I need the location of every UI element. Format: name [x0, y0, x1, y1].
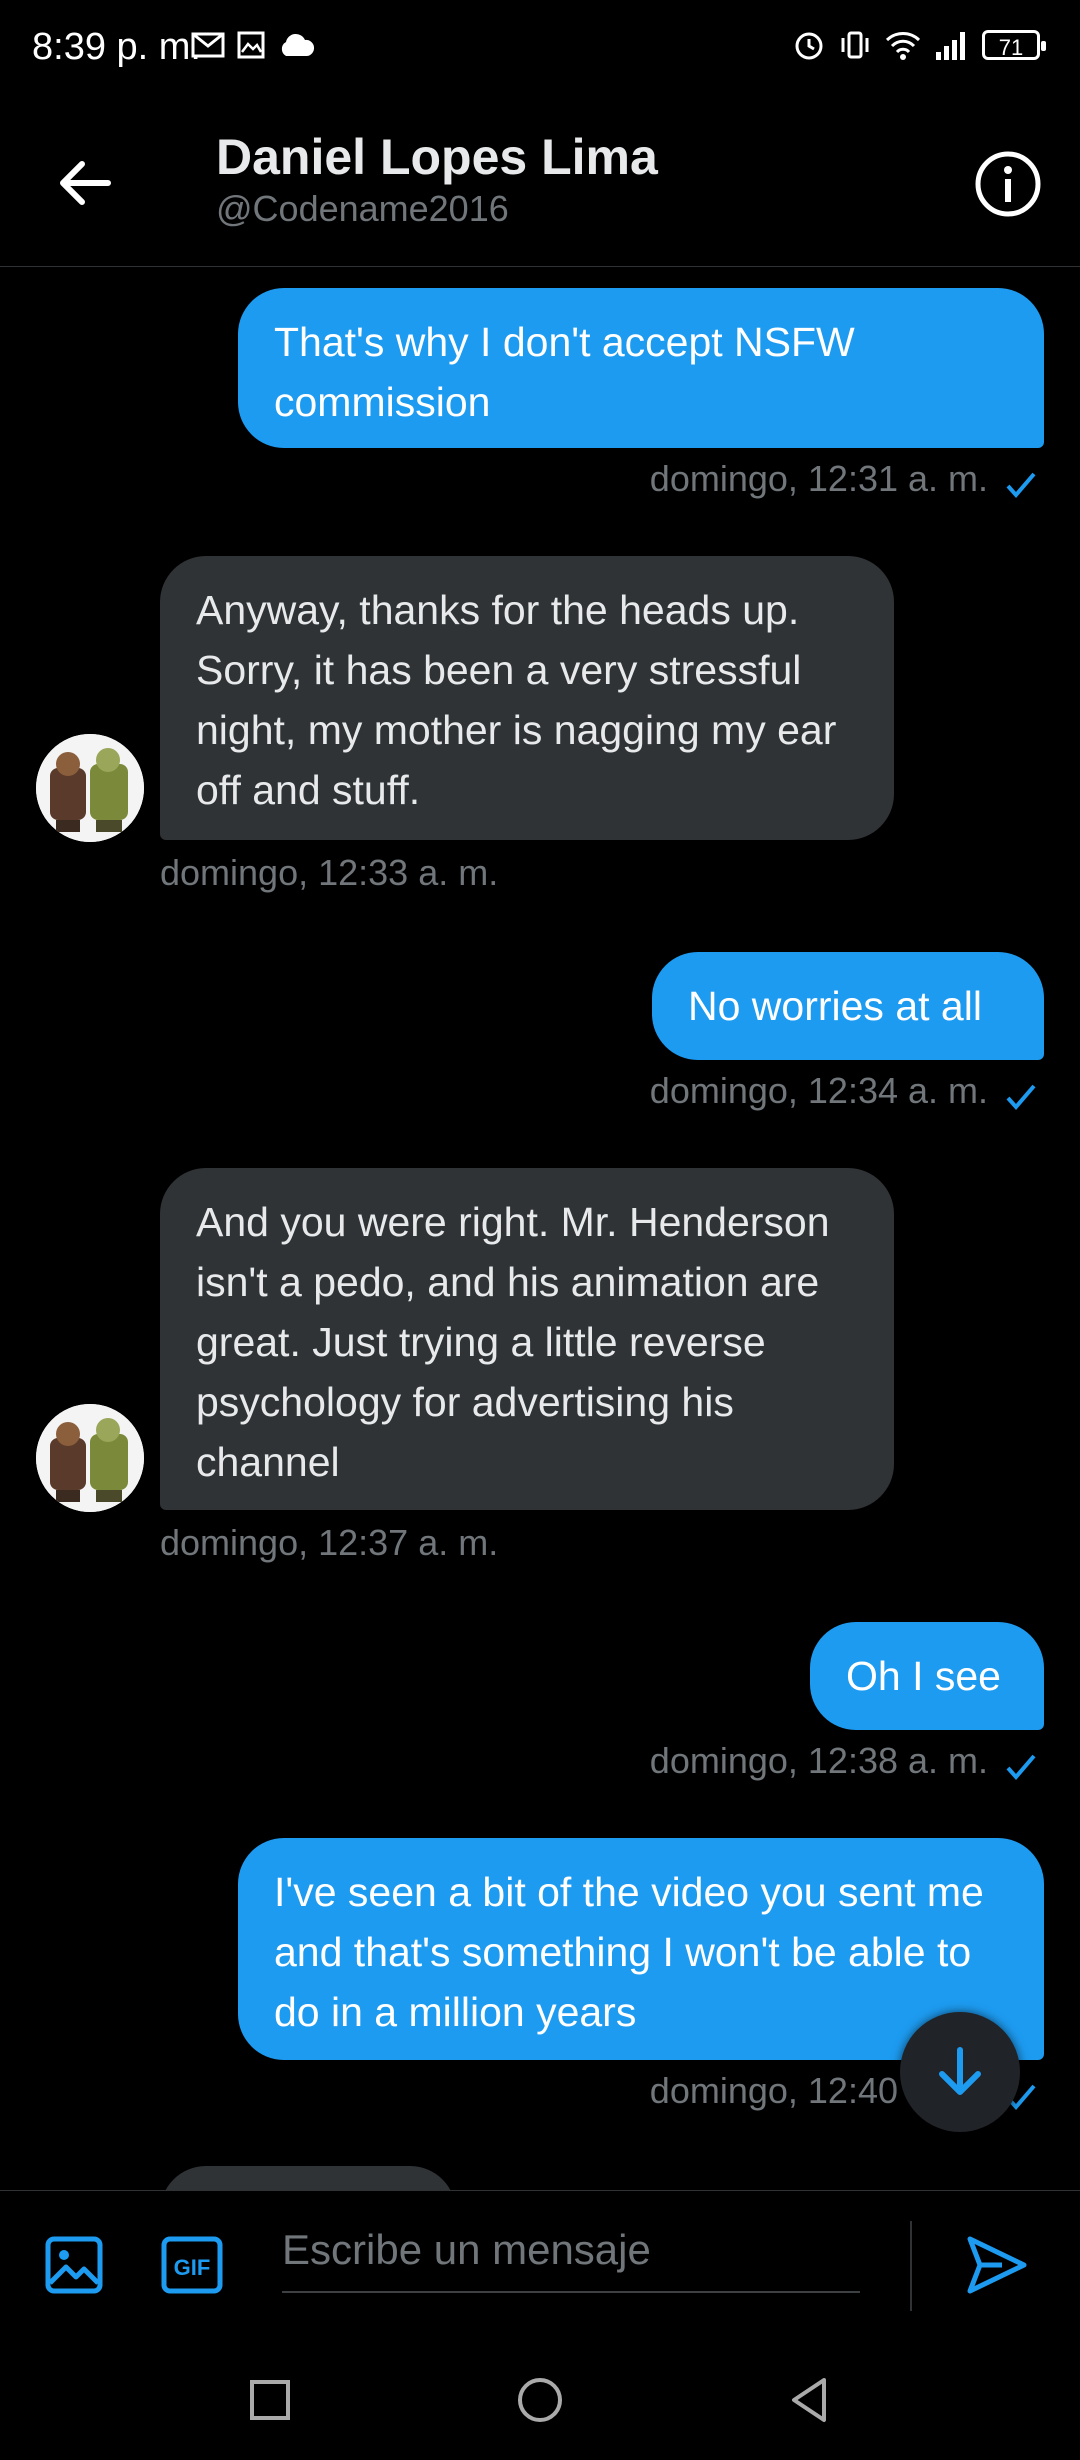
image-icon[interactable] — [42, 2233, 106, 2297]
avatar[interactable] — [36, 734, 144, 842]
sent-check-icon — [1006, 472, 1036, 499]
message-timestamp: domingo, 12:31 a. m. — [649, 458, 988, 499]
status-bar: 8:39 p. m. 71 — [0, 0, 1080, 100]
avatar[interactable] — [36, 1404, 144, 1512]
message-text: Anyway, thanks for the heads up. Sorry, … — [196, 587, 837, 813]
message-timestamp: domingo, 12:37 a. m. — [160, 1522, 499, 1563]
info-icon[interactable] — [974, 150, 1042, 218]
gmail-icon — [191, 32, 225, 58]
message-text: That's why I don't accept NSFW commissio… — [274, 319, 855, 425]
home-icon[interactable] — [514, 2374, 566, 2426]
message-timestamp: domingo, 12:33 a. m. — [160, 852, 499, 893]
message-bubble-outgoing[interactable]: No worries at all — [652, 952, 1044, 1060]
message-input[interactable]: Escribe un mensaje — [282, 2215, 860, 2293]
arrow-down-icon — [939, 2047, 981, 2095]
sent-check-icon — [1006, 1754, 1036, 1781]
conversation-header: Daniel Lopes Lima @Codename2016 — [0, 100, 1080, 267]
conversation-name[interactable]: Daniel Lopes Lima — [216, 128, 658, 186]
status-time: 8:39 p. m. — [32, 26, 201, 68]
message-text: No worries at all — [688, 983, 982, 1029]
conversation-handle: @Codename2016 — [216, 188, 509, 229]
gallery-icon — [237, 31, 265, 59]
message-bubble-incoming[interactable]: And you were right. Mr. Henderson isn't … — [160, 1168, 894, 1510]
signal-icon — [936, 32, 965, 60]
message-timestamp: domingo, 12:34 a. m. — [649, 1070, 988, 1111]
battery-icon: 71 — [982, 30, 1046, 60]
message-timestamp: domingo, 12:38 a. m. — [649, 1740, 988, 1781]
scroll-to-bottom-button[interactable] — [900, 2012, 1020, 2132]
sent-check-icon — [1006, 1084, 1036, 1111]
message-text: And you were right. Mr. Henderson isn't … — [196, 1199, 830, 1485]
vibrate-icon — [841, 31, 869, 59]
battery-level: 71 — [998, 35, 1024, 60]
alarm-icon — [795, 32, 823, 60]
message-text: I've seen a bit of the video you sent me… — [274, 1869, 984, 2035]
cloud-icon — [281, 33, 315, 56]
message-bubble-incoming[interactable]: Anyway, thanks for the heads up. Sorry, … — [160, 556, 894, 840]
message-input-placeholder: Escribe un mensaje — [282, 2226, 651, 2273]
recents-icon[interactable] — [244, 2374, 296, 2426]
gif-button[interactable]: GIF — [160, 2233, 224, 2297]
message-composer: GIF Escribe un mensaje — [0, 2190, 1080, 2341]
gif-icon: GIF — [161, 2236, 223, 2294]
wifi-icon — [885, 32, 921, 60]
system-navigation-bar — [0, 2340, 1080, 2460]
message-text: Oh I see — [846, 1653, 1001, 1699]
back-icon[interactable] — [784, 2374, 836, 2426]
message-bubble-outgoing[interactable]: Oh I see — [810, 1622, 1044, 1730]
composer-divider — [910, 2221, 912, 2311]
back-arrow-icon[interactable] — [52, 150, 118, 216]
message-bubble-outgoing[interactable]: That's why I don't accept NSFW commissio… — [238, 288, 1044, 448]
gif-label: GIF — [174, 2255, 211, 2280]
send-icon[interactable] — [962, 2231, 1030, 2299]
